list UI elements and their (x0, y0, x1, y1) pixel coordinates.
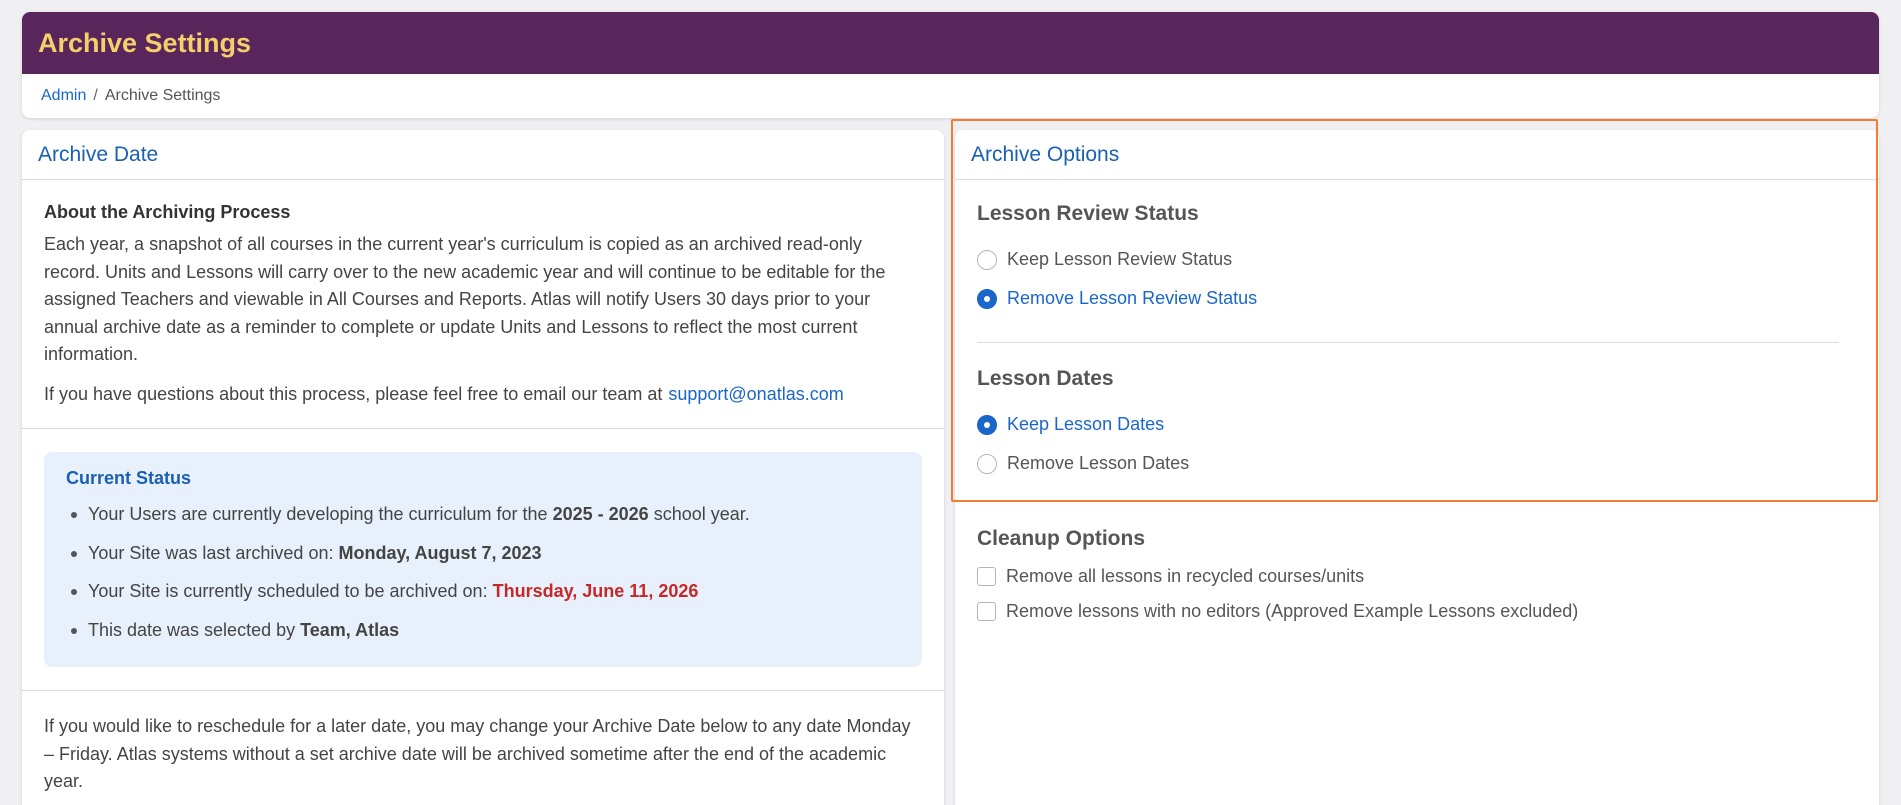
breadcrumb: Admin / Archive Settings (22, 74, 1879, 118)
breadcrumb-admin-link[interactable]: Admin (41, 87, 86, 105)
status-item-last-archived: Your Site was last archived on: Monday, … (66, 534, 900, 573)
questions-text: If you have questions about this process… (44, 381, 922, 409)
status-item-scheduled: Your Site is currently scheduled to be a… (66, 572, 900, 611)
radio-checked-icon[interactable] (977, 288, 997, 309)
reschedule-text: If you would like to reschedule for a la… (44, 716, 911, 791)
about-heading: About the Archiving Process (44, 202, 291, 222)
remove-no-editor-lessons-option[interactable]: Remove lessons with no editors (Approved… (977, 594, 1857, 629)
radio-label: Keep Lesson Dates (1007, 414, 1165, 434)
checkbox-label: Remove lessons with no editors (Approved… (1006, 601, 1579, 621)
remove-lesson-dates-option[interactable]: Remove Lesson Dates (977, 444, 1857, 483)
radio-label: Remove Lesson Review Status (1007, 288, 1258, 308)
lesson-review-status-heading: Lesson Review Status (977, 202, 1199, 225)
breadcrumb-separator: / (93, 87, 98, 104)
archive-date-card: Archive Date About the Archiving Process… (22, 130, 944, 805)
section-divider (22, 428, 944, 429)
status-item-selected-by: This date was selected by Team, Atlas (66, 611, 900, 650)
archive-options-title: Archive Options (955, 130, 1879, 180)
radio-checked-icon[interactable] (977, 414, 997, 435)
support-email-link[interactable]: support@onatlas.com (668, 384, 843, 404)
checkbox-label: Remove all lessons in recycled courses/u… (1006, 566, 1365, 586)
radio-label: Remove Lesson Dates (1007, 453, 1190, 473)
header-card: Archive Settings Admin / Archive Setting… (22, 12, 1879, 118)
lesson-dates-heading: Lesson Dates (977, 367, 1114, 390)
radio-unchecked-icon[interactable] (977, 249, 997, 270)
radio-unchecked-icon[interactable] (977, 453, 997, 474)
current-status-title: Current Status (66, 468, 192, 488)
status-list: Your Users are currently developing the … (66, 495, 900, 649)
archive-options-card: Archive Options Lesson Review Status Kee… (955, 130, 1879, 805)
checkbox-unchecked-icon[interactable] (977, 602, 996, 621)
radio-label: Keep Lesson Review Status (1007, 249, 1233, 269)
breadcrumb-current: Archive Settings (104, 87, 221, 104)
academic-year-value: 2025 - 2026 (552, 504, 649, 524)
about-section: About the Archiving Process Each year, a… (22, 180, 944, 408)
keep-lesson-review-status-option[interactable]: Keep Lesson Review Status (977, 240, 1857, 279)
status-item-year: Your Users are currently developing the … (66, 495, 900, 534)
keep-lesson-dates-option[interactable]: Keep Lesson Dates (977, 405, 1857, 444)
lesson-dates-group: Lesson Dates Keep Lesson Dates Remove Le… (955, 367, 1879, 483)
selected-by-value: Team, Atlas (300, 619, 400, 640)
remove-recycled-lessons-option[interactable]: Remove all lessons in recycled courses/u… (977, 559, 1857, 594)
questions-label: If you have questions about this process… (44, 383, 663, 404)
current-status-box: Current Status Your Users are currently … (44, 452, 922, 667)
title-bar: Archive Settings (22, 12, 1879, 74)
lesson-review-status-group: Lesson Review Status Keep Lesson Review … (955, 180, 1879, 318)
page-title: Archive Settings (38, 27, 252, 58)
about-text: Each year, a snapshot of all courses in … (44, 234, 886, 364)
last-archived-value: Monday, August 7, 2023 (338, 542, 542, 563)
options-divider (977, 342, 1839, 343)
remove-lesson-review-status-option[interactable]: Remove Lesson Review Status (977, 279, 1857, 318)
cleanup-options-heading: Cleanup Options (977, 527, 1145, 550)
reschedule-section: If you would like to reschedule for a la… (22, 691, 944, 796)
cleanup-options-group: Cleanup Options Remove all lessons in re… (955, 483, 1879, 629)
checkbox-unchecked-icon[interactable] (977, 567, 996, 586)
scheduled-archive-value: Thursday, June 11, 2026 (492, 581, 699, 601)
archive-date-title: Archive Date (22, 130, 944, 180)
